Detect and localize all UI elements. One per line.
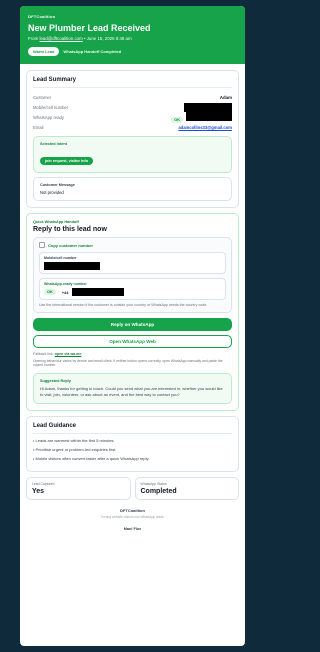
guidance-item: Prioritise urgent or problem-led enquiri… — [33, 447, 232, 452]
whatsapp-row: WhatsApp ready OK — [33, 112, 232, 123]
handoff-heading: Reply to this lead now — [33, 226, 107, 233]
mobile-field-label: Mobile/cell number — [44, 256, 77, 260]
selected-intent-label: Selected Intent — [40, 142, 68, 146]
from-line: From lead@dftcoalition.com • June 15, 20… — [28, 36, 237, 41]
customer-value: Adam — [219, 94, 232, 100]
divider — [33, 87, 232, 88]
copy-checkbox-icon[interactable] — [39, 242, 45, 248]
whatsapp-field-line: OK +44 — [44, 288, 221, 296]
guidance-item: Mobile visitors often convert faster aft… — [33, 456, 232, 461]
suggested-reply-text: Hi Adam, thanks for getting in touch. Co… — [40, 386, 223, 397]
email-footer: DFTCoalition Turning website visitors in… — [26, 508, 239, 531]
whatsapp-status-value: Completed — [140, 487, 177, 495]
lead-guidance-heading: Lead Guidance — [33, 422, 77, 429]
redacted-whatsapp — [186, 112, 232, 122]
lead-captured-stat: Lead Captured Yes — [26, 476, 131, 500]
mobile-label: Mobile/cell number — [33, 104, 69, 110]
customer-label: Customer — [33, 94, 52, 100]
email-link[interactable]: adamcollins33@gmail.com — [178, 125, 232, 130]
selected-intent-box: Selected Intent join request, visitor in… — [33, 136, 232, 173]
whatsapp-number-field[interactable]: WhatsApp-ready number OK +44 — [39, 278, 226, 300]
header-badges: Warm Lead WhatsApp Handoff Completed — [28, 47, 237, 56]
lead-captured-label: Lead Captured — [32, 481, 55, 486]
divider — [33, 432, 232, 434]
opening-note: Opening behaviour varies by device and e… — [33, 358, 223, 368]
guidance-item: Leads are warmest within the first 5 min… — [33, 438, 232, 443]
copy-number-label: Copy customer number — [48, 242, 93, 248]
whatsapp-status-label: WhatsApp Status — [140, 481, 167, 486]
intent-tag: join request, visitor info — [40, 157, 94, 165]
lead-summary-heading: Lead Summary — [33, 77, 77, 83]
whatsapp-field-ok-chip: OK — [44, 289, 56, 295]
email-header: DFTCoalition New Plumber Lead Received F… — [20, 6, 245, 64]
customer-message-label: Customer Message — [40, 183, 75, 187]
fallback-line: Fallback link: open via wa.me — [33, 352, 232, 356]
footer-powered: Mani Flux — [123, 526, 142, 531]
whatsapp-handoff-card: Quick WhatsApp Handoff Reply to this lea… — [26, 213, 239, 411]
number-panel: Copy customer number Mobile/cell number … — [33, 237, 232, 313]
guidance-list: Leads are warmest within the first 5 min… — [33, 438, 232, 461]
handoff-status-text: WhatsApp Handoff Completed — [63, 49, 122, 54]
suggested-reply-label: Suggested Reply — [40, 379, 71, 384]
suggested-reply-box: Suggested Reply Hi Adam, thanks for gett… — [33, 373, 232, 404]
redacted-mobile-field — [44, 262, 100, 270]
fallback-prefix: Fallback link: — [33, 351, 54, 356]
lead-summary-card: Lead Summary Customer Adam Mobile/cell n… — [26, 70, 239, 208]
mobile-number-field[interactable]: Mobile/cell number — [39, 252, 226, 274]
handoff-kicker: Quick WhatsApp Handoff — [33, 220, 79, 224]
redacted-whatsapp-field — [71, 288, 124, 296]
email-date: • June 15, 2026 8:48 am — [82, 36, 132, 41]
status-row: Lead Captured Yes WhatsApp Status Comple… — [26, 476, 239, 500]
lead-guidance-card: Lead Guidance Leads are warmest within t… — [26, 415, 239, 472]
whatsapp-ok-chip: OK — [171, 117, 183, 123]
whatsapp-status-stat: WhatsApp Status Completed — [134, 476, 239, 500]
warm-lead-badge: Warm Lead — [28, 47, 60, 56]
whatsapp-label: WhatsApp ready — [33, 114, 64, 120]
footer-brand: DFTCoalition — [120, 507, 145, 513]
email-label: Email — [33, 124, 44, 130]
whatsapp-value: OK — [171, 108, 232, 126]
customer-message-value: Not provided — [40, 190, 64, 195]
from-prefix: From — [28, 36, 39, 41]
from-address-link[interactable]: lead@dftcoalition.com — [39, 36, 82, 41]
whatsapp-field-label: WhatsApp-ready number — [44, 282, 87, 286]
country-code-hint: Use the international version if the cus… — [39, 303, 208, 307]
country-code: +44 — [61, 289, 69, 295]
email-card: DFTCoalition New Plumber Lead Received F… — [20, 6, 245, 646]
lead-captured-value: Yes — [32, 487, 45, 495]
fallback-link[interactable]: open via wa.me — [55, 352, 82, 356]
copy-number-toggle[interactable]: Copy customer number — [39, 242, 226, 248]
customer-row: Customer Adam — [33, 92, 232, 102]
open-whatsapp-web-button[interactable]: Open WhatsApp Web — [33, 334, 232, 348]
email-body: Lead Summary Customer Adam Mobile/cell n… — [20, 64, 245, 531]
reply-whatsapp-button[interactable]: Reply on WhatsApp — [33, 317, 232, 331]
customer-message-box: Customer Message Not provided — [33, 177, 232, 201]
footer-tagline: Turning website visitors into WhatsApp l… — [100, 514, 165, 519]
email-title: New Plumber Lead Received — [28, 23, 151, 33]
brand-name: DFTCoalition — [28, 14, 56, 19]
mobile-field-line — [44, 262, 221, 270]
